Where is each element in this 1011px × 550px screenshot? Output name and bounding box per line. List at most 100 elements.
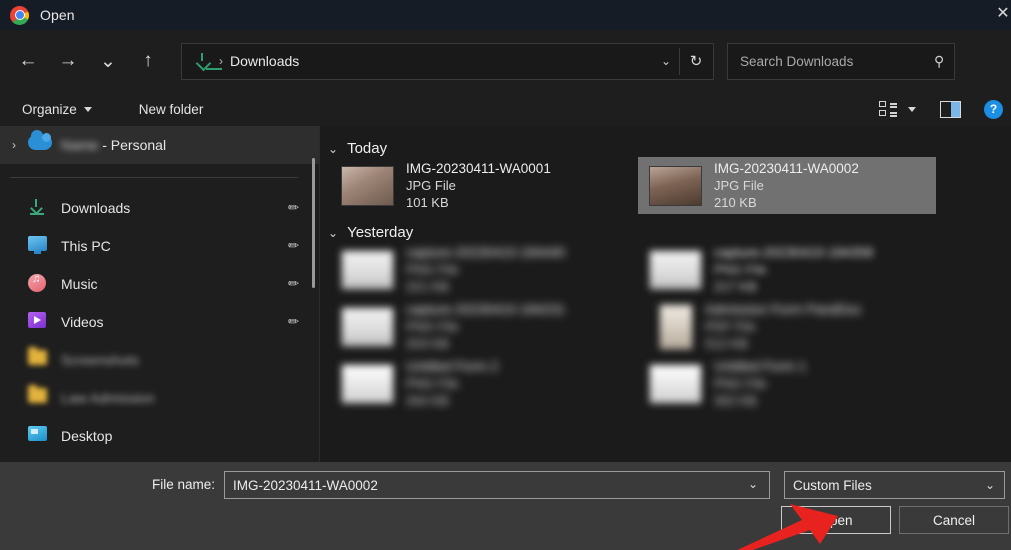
help-icon[interactable]: ? (984, 99, 1003, 119)
sidebar-item-music[interactable]: Music ✐ (0, 265, 320, 303)
preview-pane-icon[interactable] (940, 100, 961, 118)
file-meta: Untitled Form 2 PNG File 344 KB (406, 359, 498, 408)
file-list-item[interactable]: IMG-20230411-WA0001 JPG File 101 KB (330, 157, 628, 214)
chevron-right-icon[interactable]: › (12, 138, 28, 152)
new-folder-button[interactable]: New folder (139, 102, 204, 117)
chevron-down-icon[interactable]: ⌄ (661, 54, 671, 68)
file-name: IMG-20230411-WA0002 (714, 161, 859, 176)
search-icon[interactable]: ⚲ (934, 53, 944, 70)
pin-icon[interactable]: ✐ (283, 198, 302, 217)
music-note-icon (28, 273, 46, 292)
sidebar-item-label: Music (61, 276, 98, 292)
file-list-item[interactable]: IMG-20230411-WA0002 JPG File 210 KB (638, 157, 936, 214)
file-name: Untitled Form 1 (714, 359, 807, 374)
filename-label: File name: (152, 477, 216, 492)
open-file-dialog: Open ✕ ← → ⌄ ↑ › Downloads ⌄ ↻ ⚲ Organiz… (0, 0, 1011, 550)
file-name: capture-20230410-184440 (406, 245, 566, 260)
forward-button[interactable]: → (48, 42, 88, 80)
pc-monitor-icon (28, 236, 47, 254)
file-list-pane[interactable]: ⌄ Today IMG-20230411-WA0001 JPG File 101 KB I… (320, 126, 1011, 462)
file-thumbnail (341, 249, 394, 290)
onedrive-account-name: Name (61, 137, 99, 153)
onedrive-cloud-icon (28, 130, 52, 150)
file-thumbnail (341, 363, 394, 404)
sidebar-item-screenshots[interactable]: Screenshots (0, 341, 320, 379)
file-list-item[interactable]: Untitled Form 1 PNG File 302 KB (638, 355, 936, 412)
breadcrumb-separator: › (219, 54, 223, 68)
file-group-header[interactable]: ⌄ Today (328, 140, 1011, 157)
downloads-icon-base (206, 67, 222, 70)
file-list-item[interactable]: capture-20230410-184440 PNG File 221 KB (330, 241, 628, 298)
file-type: PNG File (714, 262, 767, 277)
sidebar-item-law-admission[interactable]: Law Admission (0, 379, 320, 417)
filename-input[interactable] (224, 471, 770, 499)
cancel-button[interactable]: Cancel (899, 506, 1009, 534)
file-list-item[interactable]: Admission Form PandDoc PDF File 512 KB (638, 298, 936, 355)
file-meta: Untitled Form 1 PNG File 302 KB (714, 359, 806, 408)
file-name: Untitled Form 2 (406, 359, 499, 374)
search-box[interactable]: ⚲ (727, 42, 955, 80)
pin-icon[interactable]: ✐ (283, 312, 302, 331)
open-button[interactable]: Open (781, 506, 891, 534)
sidebar-item-label: Name - Personal (61, 137, 167, 153)
file-list-item[interactable]: capture-20230410-184231 PNG File 203 KB (330, 298, 628, 355)
sidebar-item-this-pc[interactable]: This PC ✐ (0, 227, 320, 265)
file-type: PNG File (714, 376, 767, 391)
desktop-icon (28, 426, 50, 446)
chrome-icon (10, 5, 29, 25)
pin-icon[interactable]: ✐ (283, 236, 302, 255)
file-meta: IMG-20230411-WA0001 JPG File 101 KB (406, 161, 551, 210)
file-thumbnail (341, 165, 394, 206)
view-layout-icon[interactable] (879, 101, 899, 117)
sidebar-item-personal[interactable]: › Name - Personal (0, 126, 320, 164)
sidebar-item-videos[interactable]: Videos ✐ (0, 303, 320, 341)
file-group-label: Today (347, 140, 388, 157)
address-bar[interactable]: › Downloads ⌄ ↻ (181, 42, 714, 80)
folder-icon (28, 347, 50, 370)
file-size: 210 KB (714, 195, 757, 210)
file-list-item[interactable]: Untitled Form 2 PNG File 344 KB (330, 355, 628, 412)
sidebar-item-desktop[interactable]: Desktop (0, 417, 320, 455)
breadcrumb-downloads[interactable]: Downloads (230, 53, 299, 69)
file-size: 101 KB (406, 195, 449, 210)
close-icon[interactable]: ✕ (977, 0, 1011, 30)
up-button[interactable]: ↑ (128, 42, 168, 80)
back-button[interactable]: ← (8, 42, 48, 80)
file-thumbnail (649, 363, 702, 404)
file-group-header[interactable]: ⌄ Yesterday (328, 224, 1011, 241)
downloads-icon (194, 52, 222, 70)
file-list-item[interactable]: capture-20230410-184358 PNG File 217 KB (638, 241, 936, 298)
address-divider (679, 47, 680, 75)
window-title: Open (40, 7, 75, 23)
chevron-down-icon[interactable]: ⌄ (328, 142, 338, 156)
file-type-label: Custom Files (793, 477, 872, 493)
pin-icon[interactable]: ✐ (283, 274, 302, 293)
chevron-down-icon: ⌄ (984, 478, 995, 492)
sidebar-item-downloads[interactable]: Downloads ✐ (0, 189, 320, 227)
sidebar-items: › Name - Personal Downloads ✐ This PC ✐ Music ✐… (0, 126, 320, 455)
file-thumbnail (659, 303, 693, 350)
file-group-label: Yesterday (347, 224, 414, 241)
filename-chevron-down-icon[interactable]: ⌄ (748, 477, 758, 491)
sidebar-item-label: Screenshots (61, 352, 139, 368)
file-thumbnail (649, 249, 702, 290)
folder-icon (28, 385, 50, 408)
refresh-icon[interactable]: ↻ (683, 48, 709, 74)
folder-icon (28, 347, 47, 365)
chevron-down-icon[interactable]: ⌄ (328, 226, 338, 240)
file-groups: ⌄ Today IMG-20230411-WA0001 JPG File 101 KB I… (320, 140, 1011, 412)
title-bar: Open ✕ (0, 0, 1011, 30)
recent-locations-button[interactable]: ⌄ (88, 42, 128, 80)
sidebar-scrollbar[interactable] (312, 158, 315, 288)
organize-button[interactable]: Organize (22, 102, 92, 117)
downloads-icon (28, 198, 46, 216)
folder-icon (28, 385, 47, 403)
dialog-body: › Name - Personal Downloads ✐ This PC ✐ Music ✐… (0, 126, 1011, 462)
navigation-sidebar: › Name - Personal Downloads ✐ This PC ✐ Music ✐… (0, 126, 320, 462)
file-size: 302 KB (714, 393, 757, 408)
file-type-select[interactable]: Custom Files ⌄ (784, 471, 1005, 499)
sidebar-item-label: Downloads (61, 200, 131, 216)
view-layout-chevron-down-icon[interactable] (908, 106, 916, 112)
search-input[interactable] (740, 53, 920, 69)
close-glyph: ✕ (996, 5, 1010, 22)
